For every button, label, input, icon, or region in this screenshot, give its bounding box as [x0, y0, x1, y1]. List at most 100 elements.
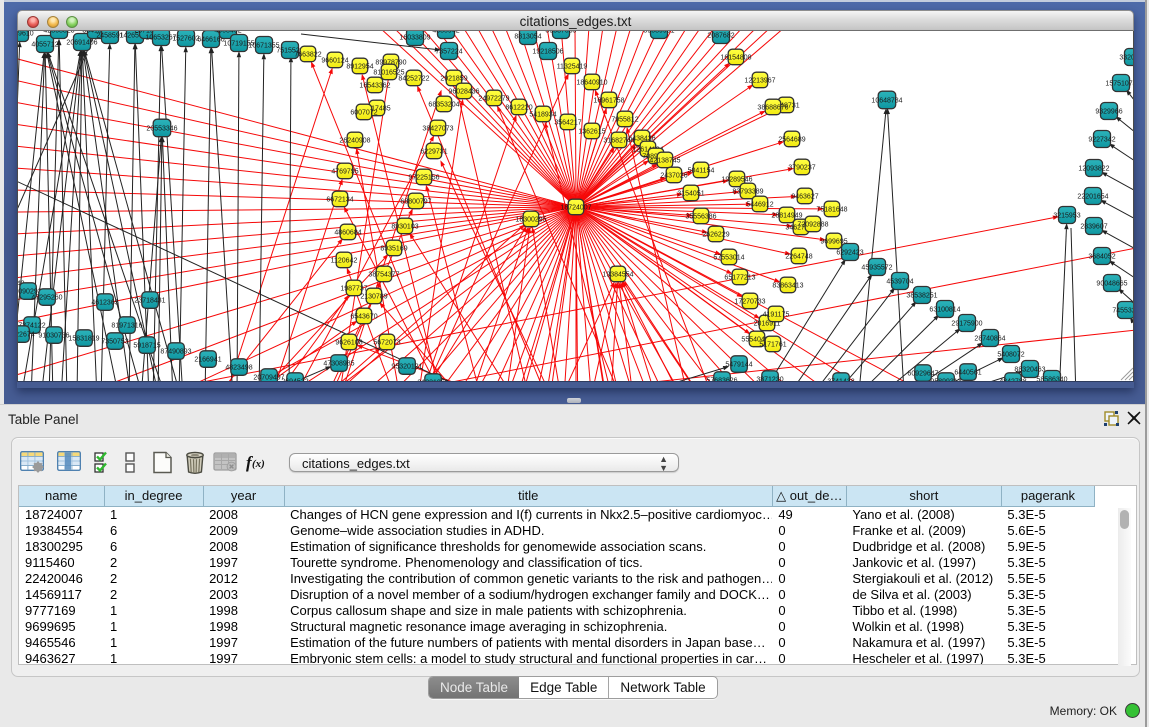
svg-text:7455324: 7455324 — [1112, 308, 1134, 315]
svg-text:75181648: 75181648 — [816, 207, 847, 214]
svg-text:68353204: 68353204 — [428, 102, 459, 109]
svg-text:2130789: 2130789 — [360, 294, 387, 301]
svg-text:8912954: 8912954 — [346, 64, 373, 71]
svg-text:3871230: 3871230 — [756, 377, 783, 383]
svg-text:12213967: 12213967 — [744, 78, 775, 85]
svg-text:95320121: 95320121 — [391, 364, 422, 371]
svg-text:5672073: 5672073 — [373, 340, 400, 347]
svg-text:39587039: 39587039 — [545, 31, 576, 35]
svg-text:7357224: 7357224 — [435, 49, 462, 56]
svg-text:28814949: 28814949 — [771, 213, 802, 220]
svg-text:16154808: 16154808 — [720, 55, 751, 62]
svg-text:2166941: 2166941 — [194, 357, 221, 364]
svg-text:16961758: 16961758 — [593, 98, 624, 105]
svg-text:16033809: 16033809 — [399, 35, 430, 42]
svg-text:1527602: 1527602 — [172, 36, 199, 43]
svg-text:38538251: 38538251 — [906, 293, 937, 300]
svg-text:18724007: 18724007 — [560, 205, 591, 212]
svg-text:83863413: 83863413 — [772, 283, 803, 290]
svg-text:35556386: 35556386 — [685, 214, 716, 221]
svg-text:57553014: 57553014 — [713, 255, 744, 262]
svg-text:9329966: 9329966 — [1095, 109, 1122, 116]
svg-text:3564217: 3564217 — [554, 120, 581, 127]
svg-text:5918715: 5918715 — [133, 343, 160, 350]
svg-text:4612365: 4612365 — [91, 300, 118, 307]
svg-text:83793389: 83793389 — [732, 189, 763, 196]
svg-text:47295260: 47295260 — [31, 295, 62, 302]
svg-text:5418934: 5418934 — [529, 112, 556, 119]
svg-text:7022674: 7022674 — [18, 332, 35, 339]
svg-text:63100814: 63100814 — [929, 307, 960, 314]
svg-text:2087682: 2087682 — [707, 33, 734, 40]
svg-text:1987737: 1987737 — [340, 286, 367, 293]
svg-text:6007072: 6007072 — [350, 110, 377, 117]
svg-text:20553346: 20553346 — [146, 126, 177, 133]
svg-text:7663822: 7663822 — [294, 52, 321, 59]
svg-text:96028436: 96028436 — [448, 89, 479, 96]
svg-text:5171761: 5171761 — [759, 342, 786, 349]
svg-text:31831063: 31831063 — [417, 380, 448, 383]
svg-text:4335942: 4335942 — [432, 31, 459, 35]
svg-text:20709497: 20709497 — [253, 375, 284, 382]
svg-text:65177213: 65177213 — [724, 275, 755, 282]
svg-text:2437026: 2437026 — [660, 173, 687, 180]
svg-text:15751074: 15751074 — [1105, 81, 1134, 88]
svg-text:8930103: 8930103 — [391, 224, 418, 231]
svg-text:3790237: 3790237 — [788, 165, 815, 172]
svg-text:4823498: 4823498 — [225, 365, 252, 372]
svg-text:11325419: 11325419 — [557, 64, 588, 71]
svg-text:9227342: 9227342 — [1088, 137, 1115, 144]
svg-text:7350753: 7350753 — [101, 339, 128, 346]
svg-text:8813054: 8813054 — [514, 34, 541, 41]
svg-text:45935572: 45935572 — [861, 265, 892, 272]
svg-text:2264748: 2264748 — [785, 254, 812, 261]
svg-text:7955812: 7955812 — [611, 117, 638, 124]
svg-text:87490893: 87490893 — [160, 349, 191, 356]
svg-text:18640910: 18640910 — [576, 80, 607, 87]
svg-text:24972279: 24972279 — [478, 96, 509, 103]
svg-text:18300295: 18300295 — [515, 217, 546, 224]
svg-text:2564689: 2564689 — [778, 137, 805, 144]
svg-text:5041154: 5041154 — [688, 168, 715, 175]
svg-text:1419610: 1419610 — [18, 31, 34, 38]
svg-text:12093822: 12093822 — [1078, 166, 1109, 173]
svg-text:95899313: 95899313 — [930, 379, 961, 383]
svg-text:6440561: 6440561 — [954, 370, 981, 377]
svg-text:1362615: 1362615 — [578, 129, 605, 136]
svg-text:90048665: 90048665 — [1096, 281, 1127, 288]
svg-text:38427073: 38427073 — [422, 126, 453, 133]
svg-text:38754377: 38754377 — [368, 272, 399, 279]
svg-text:3741438: 3741438 — [827, 379, 854, 383]
svg-text:9660124: 9660124 — [321, 58, 348, 65]
svg-text:29175900: 29175900 — [951, 321, 982, 328]
svg-text:42868828: 42868828 — [43, 31, 74, 35]
svg-text:(x): (x) — [252, 458, 265, 470]
svg-text:2921859: 2921859 — [440, 76, 467, 83]
svg-text:38688676: 38688676 — [757, 105, 788, 112]
svg-text:84252722: 84252722 — [398, 76, 429, 83]
svg-text:2694522: 2694522 — [281, 379, 308, 383]
svg-text:72092888: 72092888 — [797, 222, 828, 229]
svg-text:60929647: 60929647 — [907, 371, 938, 378]
svg-text:6672134: 6672134 — [326, 197, 353, 204]
svg-text:1120642: 1120642 — [331, 258, 358, 265]
svg-text:9626108: 9626108 — [335, 340, 362, 347]
svg-text:22201654: 22201654 — [1077, 194, 1108, 201]
svg-text:3154051: 3154051 — [677, 191, 704, 198]
svg-text:3320821: 3320821 — [1119, 55, 1134, 62]
svg-text:6543670: 6543670 — [350, 314, 377, 321]
svg-text:68800797: 68800797 — [400, 199, 431, 206]
svg-text:15831819: 15831819 — [68, 336, 99, 343]
svg-text:2626229: 2626229 — [702, 232, 729, 239]
svg-text:20691406: 20691406 — [66, 40, 97, 47]
svg-text:5408072: 5408072 — [997, 352, 1024, 359]
svg-text:57683626: 57683626 — [706, 378, 737, 383]
svg-text:47308985: 47308985 — [323, 361, 354, 368]
svg-text:6292423: 6292423 — [836, 250, 863, 257]
svg-text:19289546: 19289546 — [721, 177, 752, 184]
svg-text:4055712: 4055712 — [31, 42, 58, 49]
svg-text:4842788: 4842788 — [999, 379, 1026, 383]
svg-text:58586340: 58586340 — [1036, 377, 1067, 383]
svg-text:17270733: 17270733 — [734, 299, 765, 306]
svg-text:5446912: 5446912 — [746, 202, 773, 209]
